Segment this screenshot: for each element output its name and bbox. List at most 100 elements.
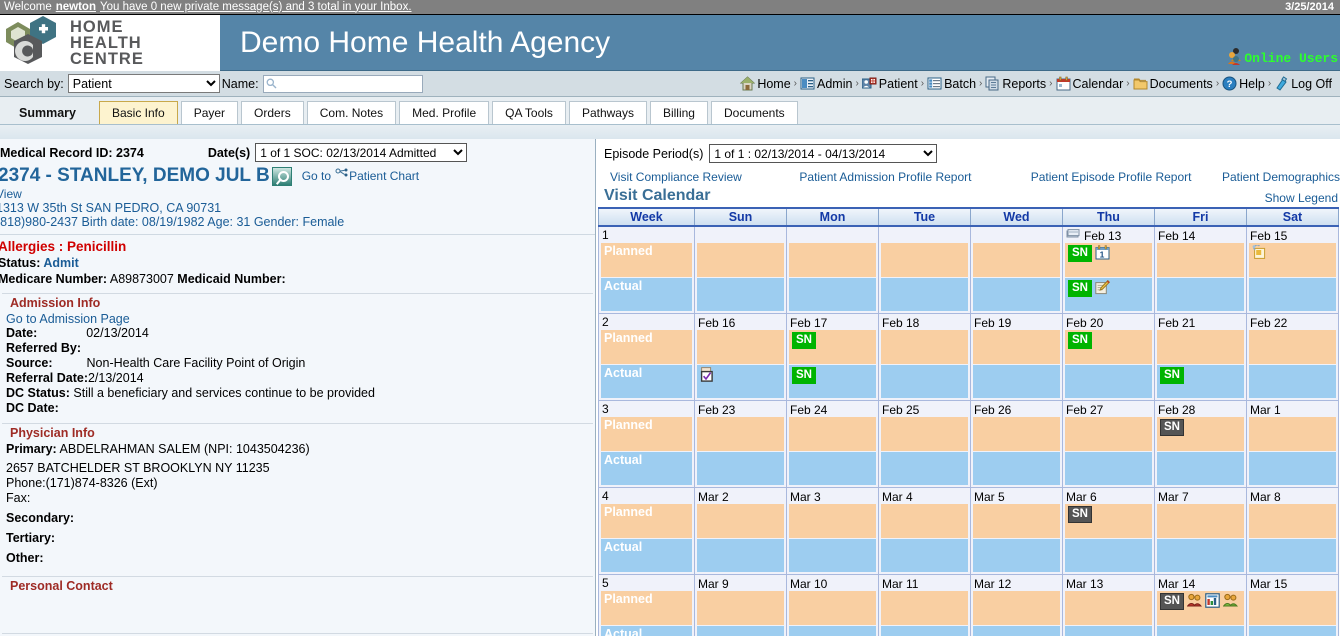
actual-slot[interactable] xyxy=(697,278,784,311)
actual-slot[interactable] xyxy=(881,626,968,636)
calendar-day-cell[interactable]: Mar 11 xyxy=(878,574,971,636)
tab-basic-info[interactable]: Basic Info xyxy=(98,101,178,124)
actual-slot[interactable] xyxy=(1249,452,1336,485)
tab-summary[interactable]: Summary xyxy=(4,101,91,124)
planned-slot[interactable]: SN 1 xyxy=(1065,243,1152,277)
planned-slot[interactable]: SN xyxy=(1157,417,1244,451)
planned-slot[interactable] xyxy=(973,417,1060,451)
actual-slot[interactable] xyxy=(1157,278,1244,311)
actual-slot[interactable] xyxy=(1249,365,1336,398)
calendar-day-cell[interactable]: Mar 12 xyxy=(970,574,1063,636)
planned-slot[interactable] xyxy=(1249,417,1336,451)
batch-icon[interactable] xyxy=(927,76,942,91)
sn-badge[interactable]: SN xyxy=(1068,280,1092,297)
planned-slot[interactable] xyxy=(881,591,968,625)
actual-slot[interactable] xyxy=(1065,365,1152,398)
planned-slot[interactable] xyxy=(881,330,968,364)
planned-slot[interactable]: SN xyxy=(1157,591,1244,625)
actual-slot[interactable] xyxy=(881,365,968,398)
tab-qa-tools[interactable]: QA Tools xyxy=(492,101,566,124)
report-link-1[interactable]: Visit Compliance Review xyxy=(610,170,742,184)
planned-slot[interactable] xyxy=(1065,591,1152,625)
episode-period-select[interactable]: 1 of 1 : 02/13/2014 - 04/13/2014 xyxy=(709,144,938,163)
calendar-day-cell[interactable]: Feb 17 SN SN xyxy=(786,313,879,401)
reports-icon[interactable] xyxy=(985,76,1000,91)
calendar-day-cell[interactable] xyxy=(694,225,787,314)
sn-badge[interactable]: SN xyxy=(1068,332,1092,349)
actual-slot[interactable] xyxy=(1249,539,1336,572)
actual-slot[interactable] xyxy=(881,539,968,572)
planned-slot[interactable] xyxy=(1157,243,1244,277)
planned-slot[interactable] xyxy=(697,591,784,625)
calendar-day-cell[interactable]: Mar 7 xyxy=(1154,487,1247,575)
actual-slot[interactable] xyxy=(789,626,876,636)
actual-slot[interactable]: SN xyxy=(789,365,876,398)
tab-pathways[interactable]: Pathways xyxy=(568,101,647,124)
attachment-note-icon[interactable] xyxy=(1252,244,1267,260)
actual-slot[interactable]: SN xyxy=(1157,365,1244,398)
planned-slot[interactable] xyxy=(1065,417,1152,451)
calendar-day-cell[interactable]: Feb 14 xyxy=(1154,225,1247,314)
planned-slot[interactable] xyxy=(973,504,1060,538)
calendar-day-cell[interactable]: Mar 2 xyxy=(694,487,787,575)
calendar-day-cell[interactable]: Feb 19 xyxy=(970,313,1063,401)
actual-slot[interactable] xyxy=(789,539,876,572)
planned-slot[interactable] xyxy=(789,417,876,451)
calendar-day-cell[interactable]: Mar 15 xyxy=(1246,574,1339,636)
sn-badge[interactable]: SN xyxy=(1160,593,1184,610)
calendar-icon[interactable] xyxy=(1056,76,1071,91)
patient-lookup-icon[interactable] xyxy=(271,166,292,186)
search-by-select[interactable]: Patient xyxy=(67,74,220,93)
online-users-link[interactable]: Online Users xyxy=(1227,47,1338,69)
actual-slot[interactable] xyxy=(1157,626,1244,636)
calendar-day-cell[interactable]: Feb 18 xyxy=(878,313,971,401)
nav-item-help[interactable]: ? Help xyxy=(1220,76,1267,91)
tab-com-notes[interactable]: Com. Notes xyxy=(306,101,397,124)
nav-item-batch[interactable]: Batch xyxy=(925,76,978,91)
calendar-day-cell[interactable]: Feb 13 SN 1 SN xyxy=(1062,225,1155,314)
calendar-day-cell[interactable]: Mar 6 SN xyxy=(1062,487,1155,575)
nav-item-patient[interactable]: Patient xyxy=(860,76,920,91)
planned-slot[interactable] xyxy=(973,243,1060,277)
help-icon[interactable]: ? xyxy=(1222,76,1237,91)
calendar-day-cell[interactable]: Feb 27 xyxy=(1062,400,1155,488)
planned-slot[interactable] xyxy=(881,417,968,451)
actual-slot[interactable] xyxy=(973,626,1060,636)
calendar-day-cell[interactable]: Mar 13 xyxy=(1062,574,1155,636)
planned-slot[interactable]: SN xyxy=(789,330,876,364)
planned-slot[interactable]: SN xyxy=(1065,504,1152,538)
actual-slot[interactable]: SN xyxy=(1065,278,1152,311)
planned-slot[interactable] xyxy=(697,330,784,364)
calendar-day-cell[interactable]: Feb 25 xyxy=(878,400,971,488)
checkbox-checked-icon[interactable] xyxy=(700,367,715,382)
planned-slot[interactable] xyxy=(1249,591,1336,625)
nav-item-admin[interactable]: Admin xyxy=(798,76,854,91)
actual-slot[interactable] xyxy=(1157,539,1244,572)
planned-slot[interactable] xyxy=(881,504,968,538)
note-edit-icon[interactable] xyxy=(1095,279,1111,295)
calendar-day-cell[interactable]: Mar 1 xyxy=(1246,400,1339,488)
actual-slot[interactable] xyxy=(1065,452,1152,485)
calendar-day-cell[interactable]: Mar 8 xyxy=(1246,487,1339,575)
planned-slot[interactable] xyxy=(881,243,968,277)
planned-slot[interactable] xyxy=(1249,330,1336,364)
actual-slot[interactable] xyxy=(789,278,876,311)
sn-badge[interactable]: SN xyxy=(1160,367,1184,384)
sn-badge[interactable]: SN xyxy=(1160,419,1184,436)
show-legend-link[interactable]: Show Legend xyxy=(1265,191,1340,205)
sn-badge[interactable]: SN xyxy=(792,367,816,384)
calendar-day-cell[interactable]: Feb 23 xyxy=(694,400,787,488)
actual-slot[interactable] xyxy=(973,539,1060,572)
planned-slot[interactable] xyxy=(789,591,876,625)
home-icon[interactable] xyxy=(740,76,756,91)
actual-slot[interactable] xyxy=(697,365,784,398)
calendar-day-cell[interactable]: Feb 26 xyxy=(970,400,1063,488)
actual-slot[interactable] xyxy=(881,278,968,311)
users-green-icon[interactable] xyxy=(1222,593,1239,608)
tab-orders[interactable]: Orders xyxy=(241,101,304,124)
view-link[interactable]: View xyxy=(0,187,22,201)
actual-slot[interactable] xyxy=(697,539,784,572)
actual-slot[interactable] xyxy=(697,626,784,636)
planned-slot[interactable] xyxy=(1157,330,1244,364)
calendar-day-cell[interactable]: Feb 24 xyxy=(786,400,879,488)
